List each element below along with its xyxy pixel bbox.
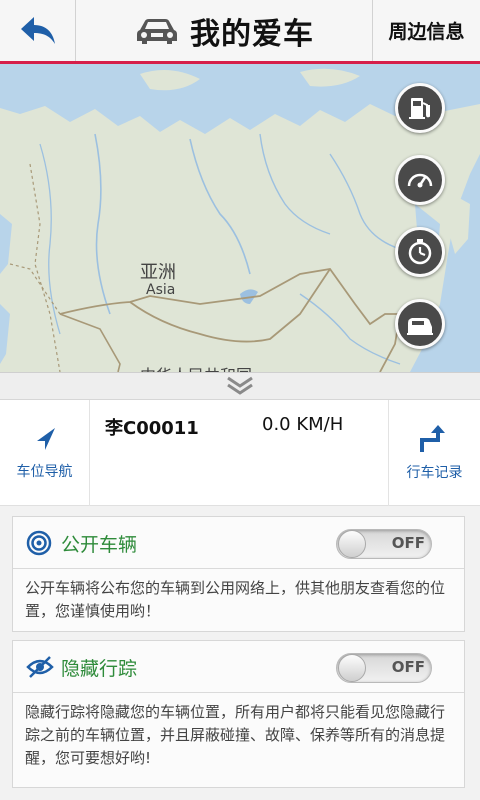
- hide-track-toggle[interactable]: OFF: [336, 653, 432, 683]
- app-root: 我的爱车 周边信息 亚洲 Asia 车位导航 李C00011 0.0 KM/H …: [0, 0, 480, 800]
- hide-track-header: 隐藏行踪 OFF: [13, 641, 464, 693]
- driving-record-label: 行车记录: [406, 465, 463, 481]
- speed-readout: 0.0 KM/H: [262, 414, 344, 435]
- map-view[interactable]: 亚洲 Asia 中华人民共和国: [0, 64, 480, 372]
- toggle-state-label: OFF: [391, 658, 425, 676]
- route-turn-icon: [419, 425, 445, 452]
- nearby-info-button[interactable]: 周边信息: [372, 0, 480, 61]
- public-vehicle-toggle[interactable]: OFF: [336, 529, 432, 559]
- target-icon: [26, 530, 52, 556]
- fuel-button[interactable]: [395, 83, 445, 133]
- hide-track-description: 隐藏行踪将隐藏您的车辆位置，所有用户都将只能看见您隐藏行踪之前的车辆位置，并且屏…: [25, 703, 446, 767]
- toggle-knob: [338, 654, 366, 682]
- hide-track-title: 隐藏行踪: [61, 658, 138, 680]
- map-label-asia-cn: 亚洲: [140, 262, 176, 283]
- public-vehicle-description: 公开车辆将公布您的车辆到公用网络上，供其他朋友查看您的位置，您谨慎使用哟！: [25, 579, 446, 620]
- vehicle-info-panel: 车位导航 李C00011 0.0 KM/H 行车记录: [0, 400, 480, 506]
- fuel-pump-icon: [409, 98, 430, 119]
- page-title: 我的爱车: [190, 16, 314, 52]
- navigation-arrow-icon: [36, 428, 55, 450]
- back-button[interactable]: [0, 0, 76, 61]
- speedometer-icon: [407, 173, 433, 188]
- toggle-state-label: OFF: [391, 534, 425, 552]
- back-arrow-icon: [20, 16, 55, 44]
- parking-navigation-label: 车位导航: [16, 464, 73, 480]
- header-bar: 我的爱车 周边信息: [0, 0, 480, 64]
- toggle-knob: [338, 530, 366, 558]
- collapse-handle[interactable]: [0, 372, 480, 400]
- hide-track-card: 隐藏行踪 OFF 隐藏行踪将隐藏您的车辆位置，所有用户都将只能看见您隐藏行踪之前…: [12, 640, 465, 788]
- double-chevron-down-icon: [227, 376, 253, 395]
- public-vehicle-card: 公开车辆 OFF 公开车辆将公布您的车辆到公用网络上，供其他朋友查看您的位置，您…: [12, 516, 465, 632]
- public-vehicle-header: 公开车辆 OFF: [13, 517, 464, 569]
- car-icon: [137, 18, 177, 44]
- parking-button[interactable]: [395, 299, 445, 349]
- stopwatch-icon: [408, 239, 432, 265]
- parking-navigation-button[interactable]: 车位导航: [0, 400, 90, 506]
- eye-slash-icon: [26, 656, 54, 678]
- public-vehicle-title: 公开车辆: [61, 534, 138, 556]
- map-label-country: 中华人民共和国: [140, 362, 252, 372]
- parking-garage-icon: [407, 318, 433, 335]
- speedometer-button[interactable]: [395, 155, 445, 205]
- timer-button[interactable]: [395, 227, 445, 277]
- map-label-asia-en: Asia: [146, 282, 176, 298]
- driving-record-button[interactable]: 行车记录: [388, 400, 480, 506]
- license-plate: 李C00011: [105, 418, 199, 439]
- title-area: 我的爱车: [76, 0, 372, 61]
